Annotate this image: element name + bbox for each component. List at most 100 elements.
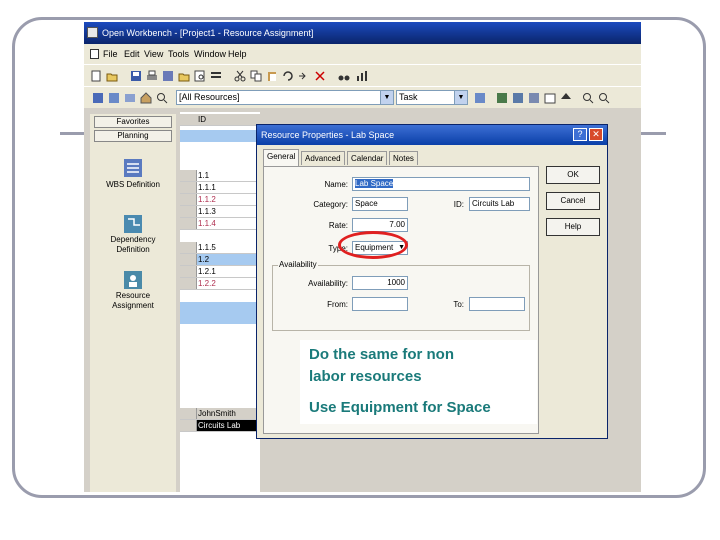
- save-icon[interactable]: [130, 70, 142, 82]
- tab-calendar[interactable]: Calendar: [347, 151, 388, 165]
- save-as-icon[interactable]: [162, 70, 174, 82]
- chart-icon[interactable]: [356, 70, 368, 82]
- zoom-icon[interactable]: [156, 92, 168, 104]
- calendar-icon[interactable]: [544, 92, 556, 104]
- id-field[interactable]: Circuits Lab: [469, 197, 530, 211]
- resource-row-selected[interactable]: Circuits Lab: [180, 420, 260, 432]
- id-label: ID:: [453, 200, 464, 209]
- outline-icon[interactable]: [92, 92, 104, 104]
- tab-notes[interactable]: Notes: [389, 151, 418, 165]
- view-select[interactable]: Task ▼: [396, 90, 468, 105]
- view-select-value: Task: [399, 92, 418, 102]
- window-title: Open Workbench - [Project1 - Resource As…: [102, 28, 314, 38]
- to-field[interactable]: [469, 297, 525, 311]
- tab-favorites[interactable]: Favorites: [94, 116, 172, 128]
- document-icon: [90, 49, 99, 59]
- wbs-icon[interactable]: [123, 158, 143, 178]
- resource-assignment-icon[interactable]: [123, 270, 143, 290]
- tab-general[interactable]: General: [263, 149, 300, 166]
- table-row[interactable]: 1.1.4: [180, 218, 260, 230]
- summary-row: [180, 130, 260, 142]
- grid-view-icon[interactable]: [108, 92, 120, 104]
- window-titlebar: Open Workbench - [Project1 - Resource As…: [84, 22, 641, 44]
- view-toolbar: [All Resources] ▼ Task ▼: [84, 86, 641, 108]
- table-row[interactable]: 1.1.5: [180, 242, 260, 254]
- print-preview-icon[interactable]: [194, 70, 206, 82]
- copy-icon[interactable]: [250, 70, 262, 82]
- grid-header-id: ID: [198, 115, 206, 124]
- sidebar-item-wbs-definition[interactable]: WBS Definition: [90, 180, 176, 190]
- dialog-titlebar: Resource Properties - Lab Space ? ✕: [257, 125, 607, 145]
- menu-window[interactable]: Window: [194, 44, 226, 64]
- open-icon[interactable]: [106, 70, 118, 82]
- chevron-down-icon[interactable]: ▼: [454, 91, 467, 104]
- home-icon[interactable]: [140, 92, 152, 104]
- from-label: From:: [327, 300, 348, 309]
- print-icon[interactable]: [146, 70, 158, 82]
- menu-tools[interactable]: Tools: [168, 44, 189, 64]
- availability-label: Availability:: [308, 279, 348, 288]
- callout-line-1: Do the same for non: [309, 346, 455, 363]
- close-icon[interactable]: ✕: [589, 128, 603, 141]
- filter-icon[interactable]: [474, 92, 486, 104]
- dialog-title: Resource Properties - Lab Space: [261, 130, 395, 140]
- gantt-icon[interactable]: [124, 92, 136, 104]
- resource-row[interactable]: JohnSmith: [180, 408, 260, 420]
- grid-header: ID: [180, 114, 260, 126]
- menu-view[interactable]: View: [144, 44, 163, 64]
- resource-filter-select[interactable]: [All Resources] ▼: [176, 90, 394, 105]
- rate-field[interactable]: 7.00: [352, 218, 408, 232]
- grid-selection-band: [180, 302, 260, 324]
- help-icon[interactable]: ?: [573, 128, 587, 141]
- import-icon[interactable]: [178, 70, 190, 82]
- ok-button[interactable]: OK: [546, 166, 600, 184]
- tab-advanced[interactable]: Advanced: [301, 151, 345, 165]
- table-row[interactable]: 1.1.3: [180, 206, 260, 218]
- help-button[interactable]: Help: [546, 218, 600, 236]
- tab-planning[interactable]: Planning: [94, 130, 172, 142]
- category-label: Category:: [313, 200, 348, 209]
- to-label: To:: [453, 300, 464, 309]
- decorative-line-right: [640, 132, 666, 135]
- sidebar-item-dependency-definition[interactable]: Dependency Definition: [103, 235, 163, 255]
- new-icon[interactable]: [90, 70, 102, 82]
- rate-label: Rate:: [328, 221, 348, 230]
- availability-group-title: Availability: [278, 260, 318, 269]
- menubar: File Edit View Tools Window Help: [84, 44, 641, 64]
- menu-edit[interactable]: Edit: [124, 44, 140, 64]
- zoom-out-icon[interactable]: [598, 92, 610, 104]
- cancel-button[interactable]: Cancel: [546, 192, 600, 210]
- menu-help[interactable]: Help: [228, 44, 247, 64]
- delete-icon[interactable]: [314, 70, 326, 82]
- up-arrow-icon[interactable]: [560, 92, 572, 104]
- table-row[interactable]: 1.1: [180, 170, 260, 182]
- paste-icon[interactable]: [266, 70, 278, 82]
- table-row[interactable]: 1.2: [180, 254, 260, 266]
- schedule-icon[interactable]: [528, 92, 540, 104]
- dependency-icon[interactable]: [123, 214, 143, 234]
- resource-icon[interactable]: [512, 92, 524, 104]
- chevron-down-icon[interactable]: ▼: [380, 91, 393, 104]
- availability-field[interactable]: 1000: [352, 276, 408, 290]
- callout-line-3: Use Equipment for Space: [309, 399, 491, 416]
- cut-icon[interactable]: [234, 70, 246, 82]
- menu-file[interactable]: File: [103, 44, 118, 64]
- table-row[interactable]: 1.2.2: [180, 278, 260, 290]
- table-row[interactable]: 1.1.1: [180, 182, 260, 194]
- sidebar: Favorites Planning WBS Definition Depend…: [90, 114, 176, 492]
- name-field[interactable]: Lab Space: [352, 177, 530, 191]
- properties-icon[interactable]: [210, 70, 222, 82]
- type-highlight-oval: [338, 231, 408, 259]
- standard-toolbar: [84, 64, 641, 86]
- sidebar-item-resource-assignment[interactable]: Resource Assignment: [103, 291, 163, 311]
- name-label: Name:: [324, 180, 348, 189]
- find-icon[interactable]: [338, 70, 350, 82]
- indent-icon[interactable]: [298, 70, 310, 82]
- table-row[interactable]: 1.1.2: [180, 194, 260, 206]
- undo-icon[interactable]: [282, 70, 294, 82]
- app-icon: [87, 27, 98, 38]
- resource-filter-value: [All Resources]: [179, 92, 240, 102]
- project-icon[interactable]: [496, 92, 508, 104]
- table-row[interactable]: 1.2.1: [180, 266, 260, 278]
- zoom-in-icon[interactable]: [582, 92, 594, 104]
